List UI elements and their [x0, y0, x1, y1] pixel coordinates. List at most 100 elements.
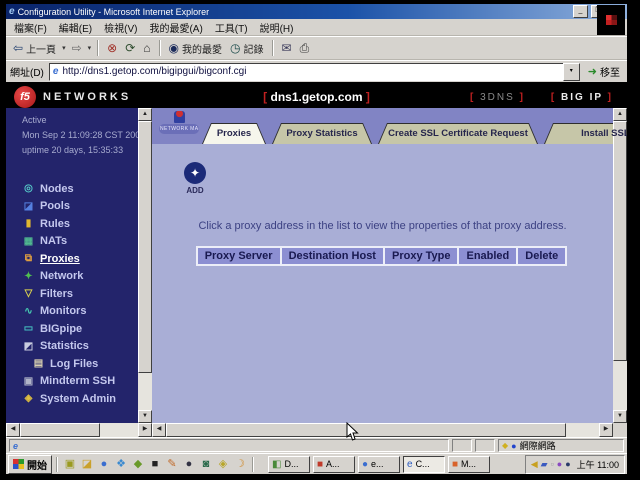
- menu-item[interactable]: 檔案(F): [14, 20, 47, 35]
- scrollbar-thumb[interactable]: [613, 121, 627, 361]
- favorites-button[interactable]: ◉ 我的最愛: [166, 40, 225, 57]
- tray-icon-tray-2[interactable]: ▰: [541, 460, 548, 469]
- sidebar-item-network[interactable]: ✦ Network: [22, 268, 138, 286]
- quick-launch-icon-quick-9[interactable]: ◙: [198, 456, 214, 472]
- scroll-left-arrow[interactable]: ◀: [6, 423, 20, 437]
- quick-launch-icon-quick-2[interactable]: ◪: [79, 456, 95, 472]
- scroll-left-arrow[interactable]: ◀: [152, 423, 166, 437]
- tray-icons: ◀▰▫●●: [531, 460, 571, 469]
- quick-launch-icon-quick-10[interactable]: ◈: [215, 456, 231, 472]
- go-label: 移至: [600, 64, 620, 79]
- sidebar-item-rules[interactable]: ▮ Rules: [22, 215, 138, 233]
- start-button[interactable]: 開始: [8, 455, 52, 474]
- proxies-page: ✦ ADD Click a proxy address in the list …: [152, 144, 613, 423]
- sidebar-item-icon: ⧉: [22, 253, 35, 264]
- tray-icon-tray-3[interactable]: ▫: [551, 460, 554, 469]
- refresh-button[interactable]: ⟳: [122, 41, 138, 55]
- scroll-up-arrow[interactable]: ▲: [138, 108, 152, 121]
- quick-launch-icon-quick-5[interactable]: ◆: [130, 456, 146, 472]
- scroll-down-arrow[interactable]: ▼: [138, 410, 152, 423]
- menu-item[interactable]: 檢視(V): [104, 20, 137, 35]
- menu-item[interactable]: 說明(H): [260, 20, 294, 35]
- back-button[interactable]: ⇦ 上一頁: [10, 40, 59, 57]
- scrollbar-thumb[interactable]: [20, 423, 100, 437]
- network-map-button[interactable]: NETWORK MAP: [159, 111, 199, 134]
- sidebar-item-label: Log Files: [50, 358, 98, 370]
- home-button[interactable]: ⌂: [140, 41, 153, 55]
- mail-button[interactable]: ✉: [279, 41, 295, 55]
- address-dropdown[interactable]: ▾: [563, 63, 580, 81]
- stop-button[interactable]: ⊗: [104, 41, 120, 55]
- sidebar-item-statistics[interactable]: ◩ Statistics: [22, 338, 138, 356]
- sidebar-vertical-scrollbar[interactable]: ▲ ▼: [138, 108, 152, 423]
- bracket-open: [: [263, 90, 267, 104]
- quick-launch-icon-quick-8[interactable]: ●: [181, 456, 197, 472]
- sidebar-item-filters[interactable]: ▽ Filters: [22, 285, 138, 303]
- sidebar-horizontal-scrollbar[interactable]: ◀ ▶: [6, 423, 152, 437]
- scroll-up-arrow[interactable]: ▲: [613, 108, 627, 121]
- tab-label: Proxies: [217, 128, 251, 139]
- sidebar-item-bigpipe[interactable]: ▭ BIGpipe: [22, 320, 138, 338]
- sidebar-item-monitors[interactable]: ∿ Monitors: [22, 303, 138, 321]
- print-icon: ⎙: [300, 42, 310, 54]
- quick-launch-icon-quick-6[interactable]: ■: [147, 456, 163, 472]
- task-button-task-4[interactable]: e C...: [403, 456, 445, 473]
- table-header-cell: Enabled: [457, 246, 518, 266]
- tab-proxy-statistics[interactable]: Proxy Statistics: [272, 123, 372, 144]
- tray-icon-tray-1[interactable]: ◀: [531, 460, 538, 469]
- history-icon: ◷: [230, 42, 240, 54]
- sidebar-item-proxies[interactable]: ⧉ Proxies: [22, 250, 138, 268]
- quick-launch-icon-quick-1[interactable]: ▣: [62, 456, 78, 472]
- forward-button[interactable]: ⇨: [69, 41, 85, 55]
- tab-create-ssl-certificate-request[interactable]: Create SSL Certificate Request: [378, 123, 538, 144]
- scroll-down-arrow[interactable]: ▼: [613, 410, 627, 423]
- taskbar-divider: [56, 457, 58, 472]
- back-dropdown[interactable]: ▾: [61, 44, 67, 52]
- sidebar-item-system-admin[interactable]: ◈ System Admin: [22, 390, 138, 408]
- task-button-task-1[interactable]: ◧ D...: [268, 456, 310, 473]
- sidebar-item-label: Monitors: [40, 305, 86, 317]
- menu-item[interactable]: 我的最愛(A): [149, 20, 202, 35]
- go-button[interactable]: ➜ 移至: [585, 64, 623, 79]
- quick-launch-icon-quick-3[interactable]: ●: [96, 456, 112, 472]
- main-vertical-scrollbar[interactable]: ▲ ▼: [613, 108, 627, 423]
- add-proxy-button[interactable]: ✦ ADD: [172, 162, 218, 195]
- menu-item[interactable]: 工具(T): [215, 20, 248, 35]
- task-button-task-2[interactable]: ■ A...: [313, 456, 355, 473]
- sidebar-item-mindterm-ssh[interactable]: ▣ Mindterm SSH: [22, 373, 138, 391]
- task-button-task-3[interactable]: ● e...: [358, 456, 400, 473]
- scroll-right-arrow[interactable]: ▶: [599, 423, 613, 437]
- quick-launch-icon-quick-4[interactable]: ❖: [113, 456, 129, 472]
- tab-proxies[interactable]: Proxies: [202, 123, 266, 144]
- bracket-close: ]: [366, 90, 370, 104]
- main-horizontal-scrollbar[interactable]: ◀ ▶: [152, 423, 613, 437]
- browser-toolbar: ⇦ 上一頁 ▾ ⇨ ▾ ⊗ ⟳ ⌂ ◉ 我的最愛 ◷ 記錄 ✉ ⎙: [6, 36, 627, 60]
- table-header-cell: Destination Host: [280, 246, 385, 266]
- minimize-button[interactable]: _: [573, 5, 588, 18]
- tray-icon-tray-4[interactable]: ●: [557, 460, 562, 469]
- menu-item[interactable]: 編輯(E): [59, 20, 92, 35]
- sidebar-item-nats[interactable]: ▦ NATs: [22, 233, 138, 251]
- quick-launch-icon-quick-11[interactable]: ☽: [232, 456, 248, 472]
- scrollbar-thumb[interactable]: [166, 423, 566, 437]
- start-label: 開始: [27, 457, 47, 472]
- quick-launch-icon-quick-7[interactable]: ✎: [164, 456, 180, 472]
- tray-icon-tray-5[interactable]: ●: [565, 460, 570, 469]
- sidebar-item-icon: ▤: [32, 358, 45, 369]
- main-frame: NETWORK MAP Proxies Proxy Statistics: [152, 108, 627, 437]
- history-button[interactable]: ◷ 記錄: [227, 40, 266, 57]
- forward-dropdown[interactable]: ▾: [87, 44, 93, 52]
- scroll-right-arrow[interactable]: ▶: [138, 423, 152, 437]
- sidebar-item-icon: ▦: [22, 236, 35, 247]
- sidebar-item-log-files[interactable]: ▤ Log Files: [22, 355, 138, 373]
- address-input[interactable]: e http://dns1.getop.com/bigipgui/bigconf…: [49, 63, 577, 81]
- print-button[interactable]: ⎙: [297, 41, 313, 55]
- system-tray: ◀▰▫●● 上午 11:00: [525, 455, 625, 474]
- task-button-task-5[interactable]: ■ M...: [448, 456, 490, 473]
- scrollbar-thumb[interactable]: [138, 121, 152, 373]
- sidebar-item-nodes[interactable]: ◎ Nodes: [22, 180, 138, 198]
- sidebar-item-pools[interactable]: ◪ Pools: [22, 198, 138, 216]
- task-button-icon: e: [407, 459, 413, 470]
- sidebar-item-icon: ▽: [22, 288, 35, 299]
- tab-strip: NETWORK MAP Proxies Proxy Statistics: [152, 108, 627, 144]
